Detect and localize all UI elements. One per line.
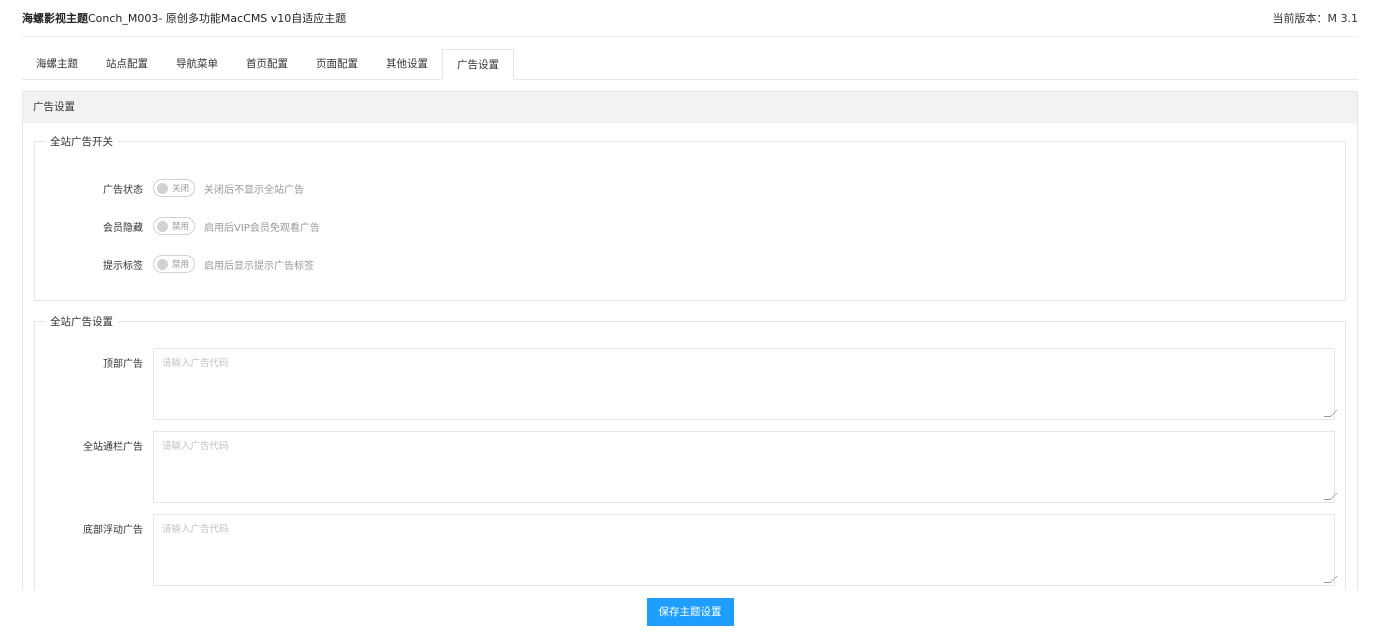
brand-name: 海螺影视主题: [22, 12, 88, 25]
ad-settings-panel: 广告设置 全站广告开关 广告状态 关闭 关闭后不显示全站广告 会员隐藏 禁用 启…: [22, 91, 1358, 633]
float-ad-row: 底部浮动广告 请输入广告代码: [35, 514, 1345, 586]
tab-ad-settings[interactable]: 广告设置: [442, 49, 514, 80]
ad-code-legend: 全站广告设置: [50, 316, 113, 328]
float-ad-label: 底部浮动广告: [83, 525, 143, 536]
resize-handle-icon[interactable]: [1323, 576, 1338, 583]
resize-handle-icon[interactable]: [1323, 410, 1338, 417]
theme-settings-page: 海螺影视主题Conch_M003- 原创多功能MacCMS v10自适应主题 当…: [0, 0, 1380, 633]
switch-text: 禁用: [172, 222, 190, 232]
settings-tabs: 海螺主题 站点配置 导航菜单 首页配置 页面配置 其他设置 广告设置: [22, 49, 1358, 80]
resize-handle-icon[interactable]: [1323, 493, 1338, 500]
tab-page-config[interactable]: 页面配置: [302, 49, 372, 80]
ad-code-section: 全站广告设置 顶部广告 请输入广告代码 全站通栏广告 请输入广告代码 底部浮动广…: [34, 314, 1346, 614]
member-hide-hint: 启用后VIP会员免观看广告: [204, 222, 320, 234]
banner-ad-row: 全站通栏广告 请输入广告代码: [35, 431, 1345, 503]
tip-label-switch[interactable]: 禁用: [153, 255, 195, 273]
panel-title: 广告设置: [23, 92, 1357, 123]
ad-status-switch[interactable]: 关闭: [153, 179, 195, 197]
tab-other-settings[interactable]: 其他设置: [372, 49, 442, 80]
member-hide-switch[interactable]: 禁用: [153, 217, 195, 235]
switch-knob: [157, 258, 168, 270]
tab-conch-theme[interactable]: 海螺主题: [22, 49, 92, 80]
switch-text: 禁用: [172, 260, 190, 270]
switch-text: 关闭: [172, 184, 190, 194]
banner-ad-textarea[interactable]: 请输入广告代码: [153, 431, 1338, 503]
tip-label-row: 提示标签 禁用 启用后显示提示广告标签: [35, 254, 1345, 274]
tab-nav-menu[interactable]: 导航菜单: [162, 49, 232, 80]
ad-switch-section: 全站广告开关 广告状态 关闭 关闭后不显示全站广告 会员隐藏 禁用 启用后VIP…: [34, 134, 1346, 301]
float-ad-textarea[interactable]: 请输入广告代码: [153, 514, 1338, 586]
top-ad-placeholder: 请输入广告代码: [162, 358, 229, 369]
float-ad-placeholder: 请输入广告代码: [162, 524, 229, 535]
top-header: 海螺影视主题Conch_M003- 原创多功能MacCMS v10自适应主题 当…: [22, 0, 1358, 37]
version-label: 当前版本：M 3.1: [1272, 12, 1358, 25]
brand-subtitle: Conch_M003- 原创多功能MacCMS v10自适应主题: [88, 12, 347, 25]
top-ad-row: 顶部广告 请输入广告代码: [35, 348, 1345, 420]
member-hide-row: 会员隐藏 禁用 启用后VIP会员免观看广告: [35, 216, 1345, 236]
ad-switch-legend: 全站广告开关: [50, 136, 113, 148]
tab-home-config[interactable]: 首页配置: [232, 49, 302, 80]
bottom-action-bar: 保存主题设置: [0, 590, 1380, 633]
banner-ad-placeholder: 请输入广告代码: [162, 441, 229, 452]
switch-knob: [157, 220, 168, 232]
save-theme-settings-button[interactable]: 保存主题设置: [646, 597, 734, 626]
tip-label-hint: 启用后显示提示广告标签: [204, 260, 314, 272]
top-ad-textarea[interactable]: 请输入广告代码: [153, 348, 1338, 420]
ad-status-row: 广告状态 关闭 关闭后不显示全站广告: [35, 178, 1345, 198]
tip-label-label: 提示标签: [103, 260, 143, 272]
member-hide-label: 会员隐藏: [103, 222, 143, 234]
ad-status-hint: 关闭后不显示全站广告: [204, 184, 304, 196]
top-ad-label: 顶部广告: [103, 359, 143, 370]
app-title: 海螺影视主题Conch_M003- 原创多功能MacCMS v10自适应主题: [22, 10, 346, 26]
switch-knob: [157, 182, 168, 194]
tab-site-config[interactable]: 站点配置: [92, 49, 162, 80]
ad-status-label: 广告状态: [103, 184, 143, 196]
banner-ad-label: 全站通栏广告: [83, 442, 143, 453]
